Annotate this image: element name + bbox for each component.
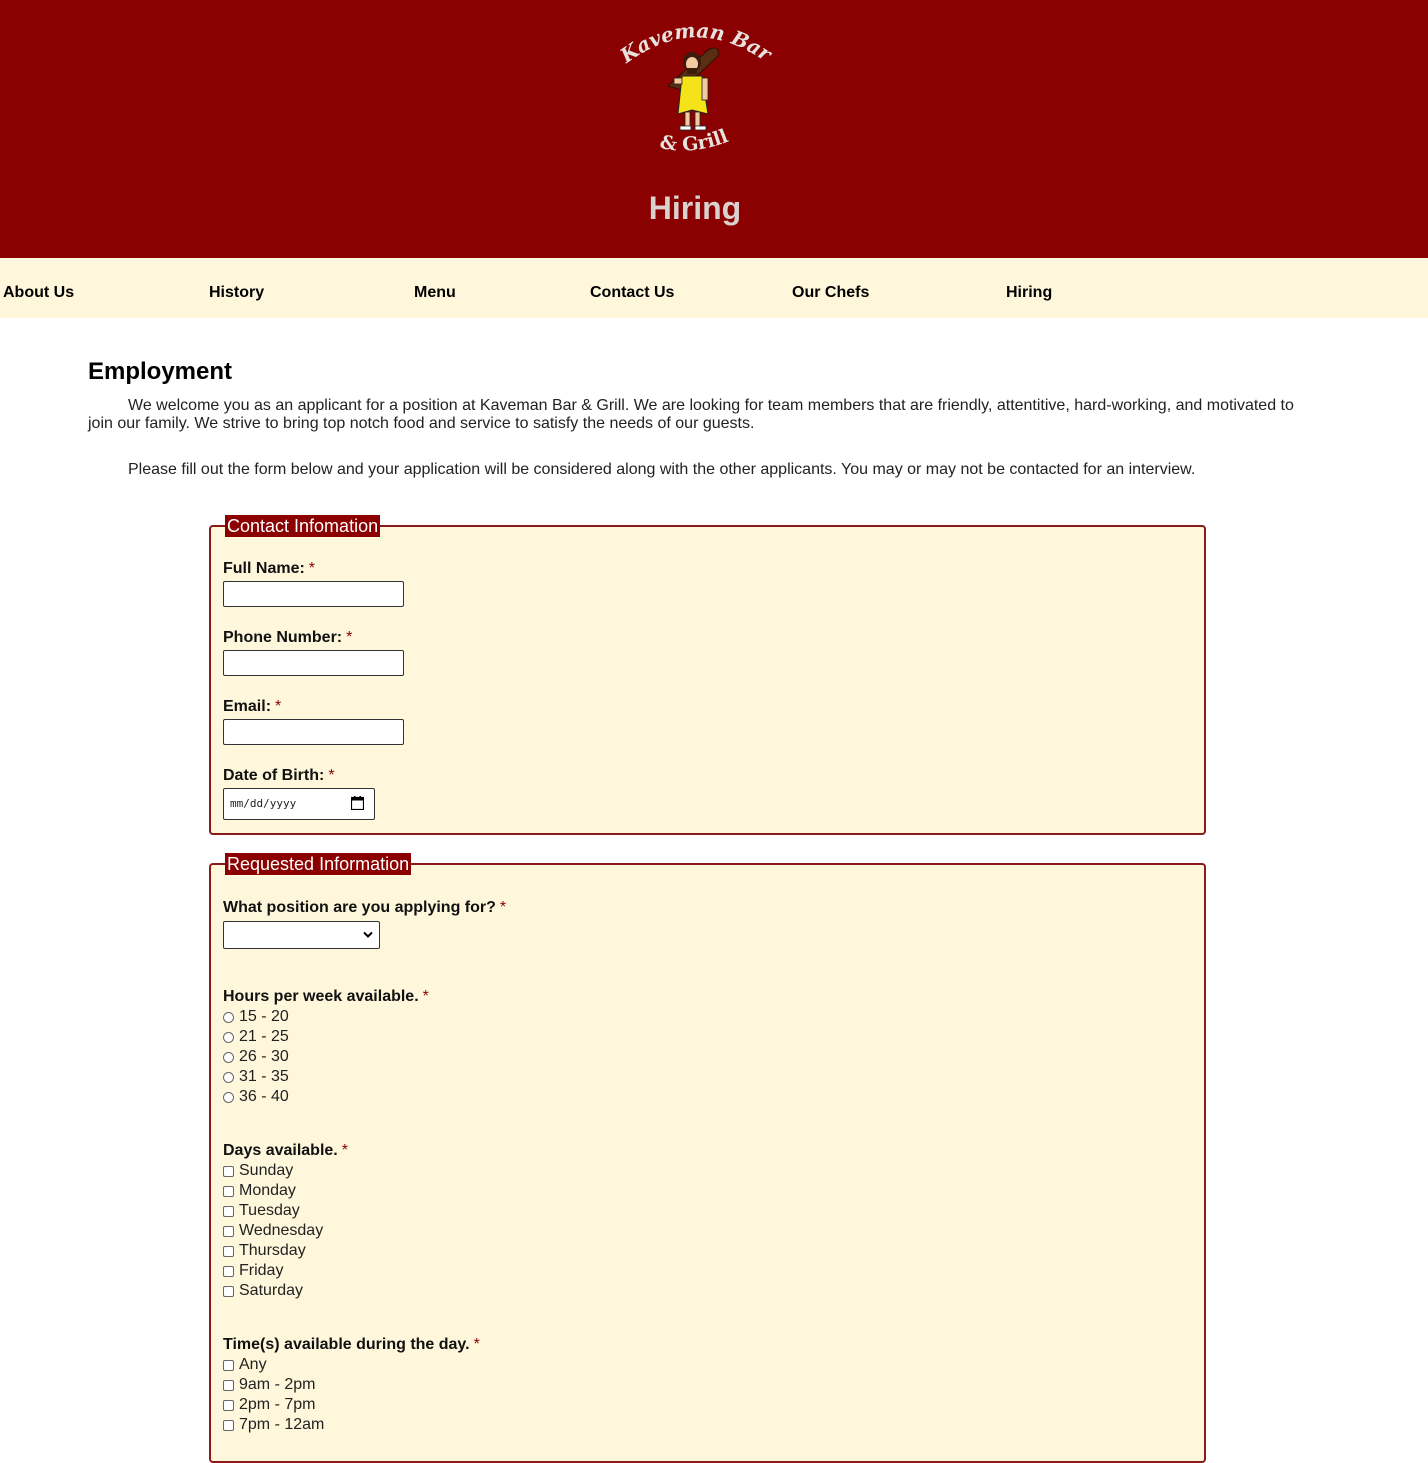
day-checkbox[interactable]: [223, 1265, 234, 1277]
day-option[interactable]: Sunday: [223, 1161, 293, 1181]
time-option[interactable]: 9am - 2pm: [223, 1375, 315, 1395]
time-option-label: 7pm - 12am: [239, 1416, 325, 1433]
requested-legend: Requested Information: [225, 853, 412, 875]
position-label: What position are you applying for? *: [223, 899, 506, 917]
chevron-down-icon: [363, 931, 373, 938]
hours-radio[interactable]: [223, 1091, 234, 1103]
email-label-text: Email:: [223, 698, 272, 715]
days-label-text: Days available.: [223, 1142, 338, 1159]
full-name-label-text: Full Name:: [223, 560, 305, 577]
page-heading: Hiring: [648, 190, 742, 226]
nav-about-us[interactable]: About Us: [3, 284, 74, 302]
day-option[interactable]: Saturday: [223, 1281, 303, 1301]
required-mark: *: [328, 767, 335, 784]
hours-radio[interactable]: [223, 1051, 234, 1063]
day-option[interactable]: Thursday: [223, 1241, 306, 1261]
dob-placeholder: mm/dd/yyyy: [230, 797, 297, 810]
hours-option[interactable]: 26 - 30: [223, 1047, 289, 1067]
nav-history[interactable]: History: [209, 284, 264, 302]
required-mark: *: [275, 698, 282, 715]
instructions-paragraph: Please fill out the form below and your …: [128, 461, 1196, 478]
full-name-input[interactable]: [223, 581, 404, 607]
hours-option[interactable]: 15 - 20: [223, 1007, 289, 1027]
nav-menu[interactable]: Menu: [414, 284, 456, 302]
day-checkbox[interactable]: [223, 1185, 234, 1197]
phone-input[interactable]: [223, 650, 404, 676]
day-option[interactable]: Monday: [223, 1181, 296, 1201]
nav-contact-us[interactable]: Contact Us: [590, 284, 674, 302]
full-name-label: Full Name: *: [223, 560, 315, 578]
email-input[interactable]: [223, 719, 404, 745]
time-option-label: 2pm - 7pm: [239, 1396, 316, 1413]
contact-fieldset: Contact Infomation Full Name: * Phone Num…: [209, 515, 1206, 835]
hours-option[interactable]: 31 - 35: [223, 1067, 289, 1087]
time-checkbox[interactable]: [223, 1399, 234, 1411]
hours-label-text: Hours per week available.: [223, 988, 419, 1005]
time-checkbox[interactable]: [223, 1419, 234, 1431]
day-option-label: Tuesday: [239, 1202, 300, 1219]
time-option[interactable]: 7pm - 12am: [223, 1415, 324, 1435]
main-nav: About Us History Menu Contact Us Our Che…: [0, 258, 1428, 318]
times-label: Time(s) available during the day. *: [223, 1336, 480, 1354]
required-mark: *: [499, 899, 507, 916]
requested-fieldset: Requested Information What position are …: [209, 853, 1206, 1463]
day-option-label: Friday: [239, 1262, 284, 1279]
hours-option-label: 21 - 25: [239, 1028, 289, 1045]
day-checkbox[interactable]: [223, 1165, 234, 1177]
email-label: Email: *: [223, 698, 281, 716]
day-option-label: Monday: [239, 1182, 296, 1199]
times-label-text: Time(s) available during the day.: [223, 1336, 470, 1353]
hours-option-label: 36 - 40: [239, 1088, 289, 1105]
intro-paragraph: We welcome you as an applicant for a pos…: [88, 397, 1294, 432]
required-mark: *: [473, 1336, 480, 1353]
phone-label-text: Phone Number:: [223, 629, 343, 646]
caveman-logo[interactable]: Kaveman Bar & Grill: [612, 14, 776, 164]
day-option-label: Sunday: [239, 1162, 294, 1179]
position-label-text: What position are you applying for?: [223, 899, 496, 916]
position-select[interactable]: [223, 921, 380, 949]
hours-radio[interactable]: [223, 1071, 234, 1083]
employment-title: Employment: [88, 358, 233, 385]
hours-option[interactable]: 36 - 40: [223, 1087, 289, 1107]
nav-our-chefs[interactable]: Our Chefs: [792, 284, 869, 302]
required-mark: *: [341, 1142, 348, 1159]
hours-option-label: 15 - 20: [239, 1008, 289, 1025]
site-header: Kaveman Bar & Grill Hiring: [0, 0, 1428, 258]
time-checkbox[interactable]: [223, 1359, 234, 1371]
contact-legend: Contact Infomation: [225, 515, 381, 537]
dob-input[interactable]: mm/dd/yyyy: [223, 788, 375, 820]
phone-label: Phone Number: *: [223, 629, 352, 647]
hours-radio[interactable]: [223, 1011, 234, 1023]
hours-radio[interactable]: [223, 1031, 234, 1043]
days-label: Days available. *: [223, 1142, 348, 1160]
time-option-label: Any: [239, 1356, 267, 1373]
day-option[interactable]: Wednesday: [223, 1221, 323, 1241]
day-option-label: Thursday: [239, 1242, 306, 1259]
day-option-label: Wednesday: [239, 1222, 324, 1239]
hours-option[interactable]: 21 - 25: [223, 1027, 289, 1047]
dob-label-text: Date of Birth:: [223, 767, 325, 784]
day-option-label: Saturday: [239, 1282, 304, 1299]
required-mark: *: [422, 988, 429, 1005]
hours-option-label: 26 - 30: [239, 1048, 289, 1065]
day-option[interactable]: Tuesday: [223, 1201, 300, 1221]
day-checkbox[interactable]: [223, 1285, 234, 1297]
day-checkbox[interactable]: [223, 1225, 234, 1237]
hours-label: Hours per week available. *: [223, 988, 429, 1006]
required-mark: *: [346, 629, 353, 646]
time-checkbox[interactable]: [223, 1379, 234, 1391]
time-option[interactable]: Any: [223, 1355, 267, 1375]
calendar-icon[interactable]: [351, 796, 364, 810]
nav-hiring[interactable]: Hiring: [1006, 284, 1052, 302]
dob-label: Date of Birth: *: [223, 767, 335, 785]
day-checkbox[interactable]: [223, 1245, 234, 1257]
day-option[interactable]: Friday: [223, 1261, 283, 1281]
required-mark: *: [308, 560, 316, 577]
day-checkbox[interactable]: [223, 1205, 234, 1217]
time-option-label: 9am - 2pm: [239, 1376, 316, 1393]
time-option[interactable]: 2pm - 7pm: [223, 1395, 315, 1415]
hours-option-label: 31 - 35: [239, 1068, 289, 1085]
